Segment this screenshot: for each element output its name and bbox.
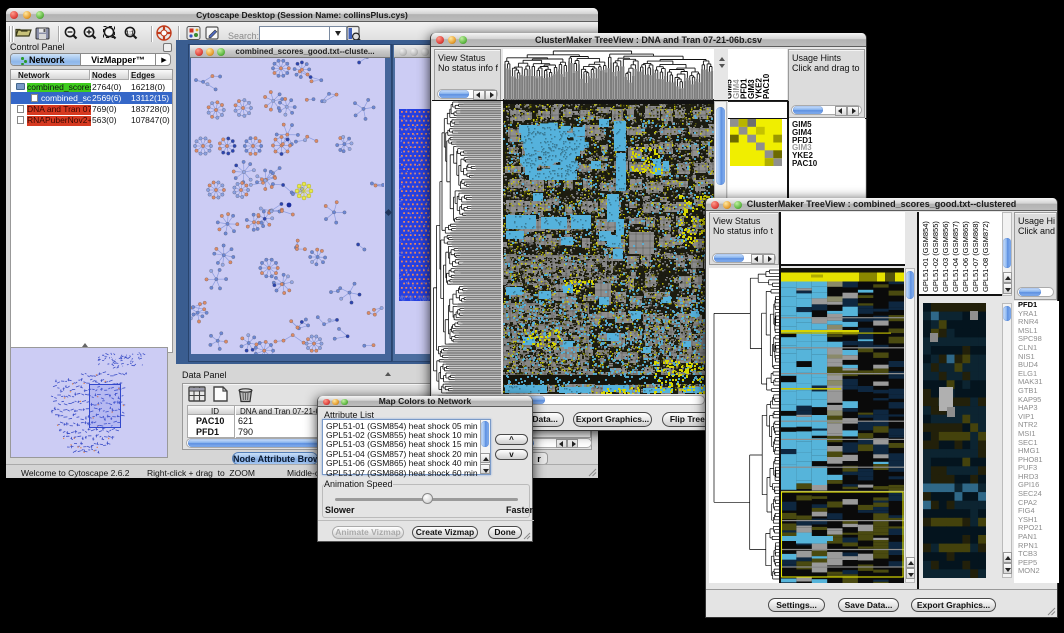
svg-text:PAC10: PAC10 xyxy=(762,73,771,99)
svg-text:GPL51-06 (GSM865): GPL51-06 (GSM865) xyxy=(961,221,970,292)
svg-text:GPL51-03 (GSM856): GPL51-03 (GSM856) xyxy=(941,221,950,292)
svg-text:GPL51-07 (GSM868): GPL51-07 (GSM868) xyxy=(971,221,980,292)
svg-text:GPL51-01 (GSM854): GPL51-01 (GSM854) xyxy=(921,221,930,292)
svg-text:1:1: 1:1 xyxy=(126,31,134,37)
svg-text:GPL51-02 (GSM855): GPL51-02 (GSM855) xyxy=(931,221,940,292)
svg-text:GPL51-04 (GSM857): GPL51-04 (GSM857) xyxy=(951,221,960,292)
svg-text:GPL51-08 (GSM872): GPL51-08 (GSM872) xyxy=(981,221,990,292)
